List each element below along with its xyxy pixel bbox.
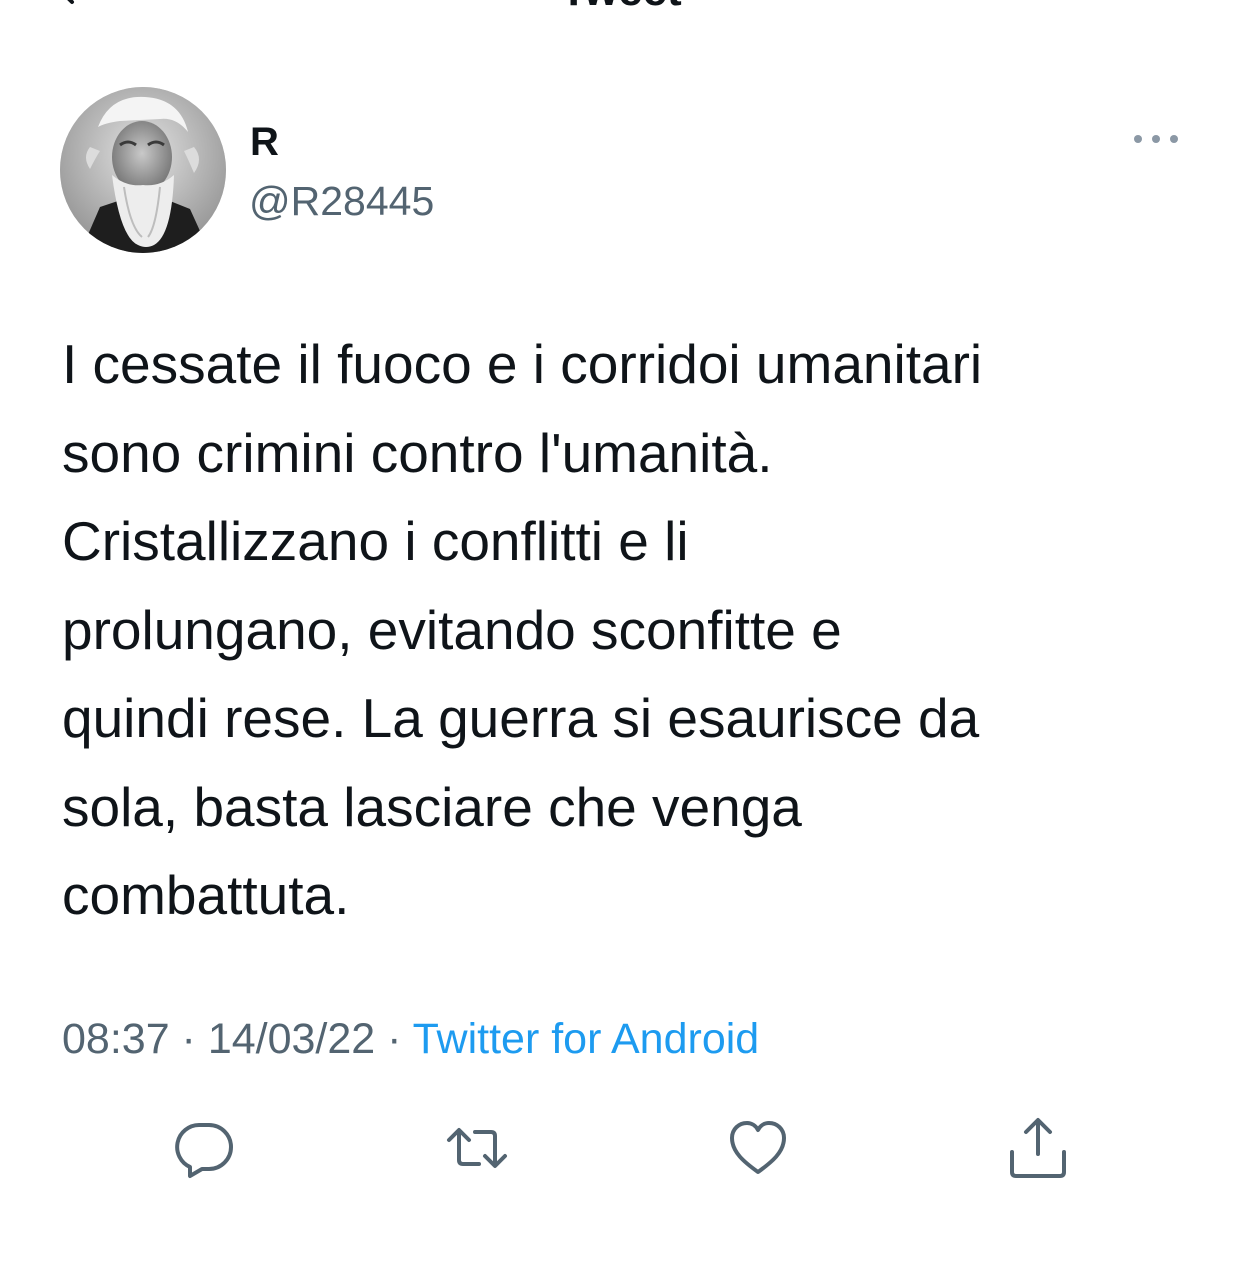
tweet-text: I cessate il fuoco e i corridoi umanitar… bbox=[62, 320, 1212, 940]
tweet-text-line: sola, basta lasciare che venga bbox=[62, 775, 802, 838]
author-handle[interactable]: @R28445 bbox=[249, 176, 434, 226]
tweet-time[interactable]: 08:37 bbox=[62, 1015, 170, 1063]
more-options-icon[interactable] bbox=[1128, 124, 1184, 154]
tweet-text-line: prolungano, evitando sconfitte e bbox=[62, 598, 842, 661]
meta-separator: · bbox=[375, 1015, 413, 1063]
reply-icon[interactable] bbox=[172, 1116, 236, 1180]
share-icon[interactable] bbox=[1006, 1116, 1070, 1180]
like-icon[interactable] bbox=[726, 1116, 790, 1180]
tweet-metadata: 08:37 · 14/03/22 · Twitter for Android bbox=[62, 1012, 759, 1066]
avatar[interactable] bbox=[60, 87, 226, 253]
tweet-source-link[interactable]: Twitter for Android bbox=[413, 1015, 760, 1063]
tweet-date[interactable]: 14/03/22 bbox=[208, 1015, 375, 1063]
retweet-icon[interactable] bbox=[445, 1116, 509, 1180]
tweet-text-line: I cessate il fuoco e i corridoi umanitar… bbox=[62, 333, 983, 395]
tweet-text-line: sono crimini contro l'umanità. bbox=[62, 421, 773, 484]
author-display-name[interactable]: R bbox=[250, 118, 279, 166]
meta-separator: · bbox=[169, 1015, 208, 1063]
top-header: Tweet bbox=[0, 0, 1242, 20]
tweet-text-line: quindi rese. La guerra si esaurisce da bbox=[62, 687, 980, 749]
header-title: Tweet bbox=[0, 0, 1242, 16]
tweet-text-line: combattuta. bbox=[62, 864, 350, 926]
tweet-text-line: Cristallizzano i conflitti e li bbox=[62, 510, 689, 572]
